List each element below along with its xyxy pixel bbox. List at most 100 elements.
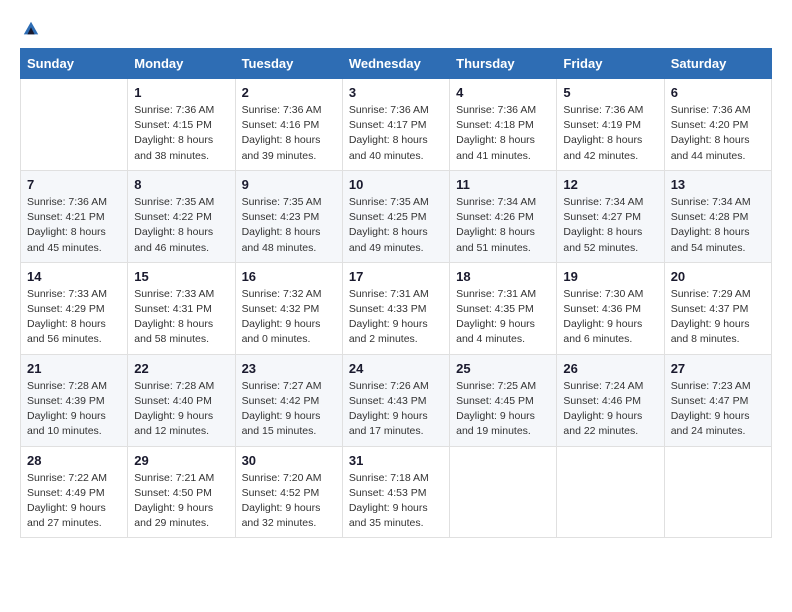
calendar-cell: 16 Sunrise: 7:32 AMSunset: 4:32 PMDayligh… — [235, 262, 342, 354]
day-detail: Sunrise: 7:27 AMSunset: 4:42 PMDaylight:… — [242, 379, 336, 440]
calendar-cell: 9 Sunrise: 7:35 AMSunset: 4:23 PMDaylight… — [235, 170, 342, 262]
day-detail: Sunrise: 7:34 AMSunset: 4:28 PMDaylight:… — [671, 195, 765, 256]
day-detail: Sunrise: 7:35 AMSunset: 4:25 PMDaylight:… — [349, 195, 443, 256]
day-detail: Sunrise: 7:36 AMSunset: 4:20 PMDaylight:… — [671, 103, 765, 164]
day-number: 4 — [456, 85, 550, 100]
calendar-cell: 25Sunrise: 7:25 AMSunset: 4:45 PMDayligh… — [450, 354, 557, 446]
day-detail: Sunrise: 7:32 AMSunset: 4:32 PMDaylight:… — [242, 287, 336, 348]
calendar-header: SundayMondayTuesdayWednesdayThursdayFrid… — [21, 49, 772, 79]
weekday-header-saturday: Saturday — [664, 49, 771, 79]
calendar-cell: 3 Sunrise: 7:36 AMSunset: 4:17 PMDaylight… — [342, 79, 449, 171]
calendar-body: 1 Sunrise: 7:36 AMSunset: 4:15 PMDaylight… — [21, 79, 772, 538]
day-number: 22 — [134, 361, 228, 376]
calendar-cell: 12Sunrise: 7:34 AMSunset: 4:27 PMDayligh… — [557, 170, 664, 262]
calendar-cell — [664, 446, 771, 538]
calendar-week-row: 21 Sunrise: 7:28 AMSunset: 4:39 PMDayligh… — [21, 354, 772, 446]
day-number: 1 — [134, 85, 228, 100]
day-detail: Sunrise: 7:34 AMSunset: 4:26 PMDaylight:… — [456, 195, 550, 256]
day-detail: Sunrise: 7:36 AMSunset: 4:15 PMDaylight:… — [134, 103, 228, 164]
day-detail: Sunrise: 7:28 AMSunset: 4:40 PMDaylight:… — [134, 379, 228, 440]
calendar-cell — [21, 79, 128, 171]
calendar-cell: 27Sunrise: 7:23 AMSunset: 4:47 PMDayligh… — [664, 354, 771, 446]
calendar-cell: 22 Sunrise: 7:28 AMSunset: 4:40 PMDayligh… — [128, 354, 235, 446]
day-detail: Sunrise: 7:18 AMSunset: 4:53 PMDaylight:… — [349, 471, 443, 532]
day-number: 27 — [671, 361, 765, 376]
day-number: 16 — [242, 269, 336, 284]
day-number: 8 — [134, 177, 228, 192]
day-detail: Sunrise: 7:36 AMSunset: 4:19 PMDaylight:… — [563, 103, 657, 164]
calendar-cell: 8 Sunrise: 7:35 AMSunset: 4:22 PMDaylight… — [128, 170, 235, 262]
weekday-row: SundayMondayTuesdayWednesdayThursdayFrid… — [21, 49, 772, 79]
weekday-header-monday: Monday — [128, 49, 235, 79]
day-number: 19 — [563, 269, 657, 284]
calendar-cell: 7 Sunrise: 7:36 AMSunset: 4:21 PMDaylight… — [21, 170, 128, 262]
day-number: 6 — [671, 85, 765, 100]
day-detail: Sunrise: 7:35 AMSunset: 4:22 PMDaylight:… — [134, 195, 228, 256]
day-number: 15 — [134, 269, 228, 284]
calendar-cell: 30 Sunrise: 7:20 AMSunset: 4:52 PMDayligh… — [235, 446, 342, 538]
calendar-week-row: 7 Sunrise: 7:36 AMSunset: 4:21 PMDaylight… — [21, 170, 772, 262]
page-header — [20, 20, 772, 38]
calendar-week-row: 14 Sunrise: 7:33 AMSunset: 4:29 PMDayligh… — [21, 262, 772, 354]
day-number: 17 — [349, 269, 443, 284]
calendar-cell: 24 Sunrise: 7:26 AMSunset: 4:43 PMDayligh… — [342, 354, 449, 446]
day-number: 13 — [671, 177, 765, 192]
day-number: 29 — [134, 453, 228, 468]
calendar-week-row: 28Sunrise: 7:22 AMSunset: 4:49 PMDayligh… — [21, 446, 772, 538]
calendar-cell — [450, 446, 557, 538]
day-number: 26 — [563, 361, 657, 376]
day-detail: Sunrise: 7:36 AMSunset: 4:18 PMDaylight:… — [456, 103, 550, 164]
day-number: 12 — [563, 177, 657, 192]
day-detail: Sunrise: 7:20 AMSunset: 4:52 PMDaylight:… — [242, 471, 336, 532]
calendar-cell: 23Sunrise: 7:27 AMSunset: 4:42 PMDayligh… — [235, 354, 342, 446]
day-number: 9 — [242, 177, 336, 192]
day-number: 11 — [456, 177, 550, 192]
calendar-cell — [557, 446, 664, 538]
calendar-cell: 14 Sunrise: 7:33 AMSunset: 4:29 PMDayligh… — [21, 262, 128, 354]
day-detail: Sunrise: 7:21 AMSunset: 4:50 PMDaylight:… — [134, 471, 228, 532]
day-detail: Sunrise: 7:33 AMSunset: 4:31 PMDaylight:… — [134, 287, 228, 348]
day-number: 30 — [242, 453, 336, 468]
day-detail: Sunrise: 7:24 AMSunset: 4:46 PMDaylight:… — [563, 379, 657, 440]
calendar-cell: 5 Sunrise: 7:36 AMSunset: 4:19 PMDaylight… — [557, 79, 664, 171]
day-number: 2 — [242, 85, 336, 100]
day-number: 31 — [349, 453, 443, 468]
day-detail: Sunrise: 7:33 AMSunset: 4:29 PMDaylight:… — [27, 287, 121, 348]
day-number: 7 — [27, 177, 121, 192]
day-number: 18 — [456, 269, 550, 284]
day-detail: Sunrise: 7:31 AMSunset: 4:33 PMDaylight:… — [349, 287, 443, 348]
calendar-cell: 11 Sunrise: 7:34 AMSunset: 4:26 PMDayligh… — [450, 170, 557, 262]
calendar-week-row: 1 Sunrise: 7:36 AMSunset: 4:15 PMDaylight… — [21, 79, 772, 171]
day-detail: Sunrise: 7:25 AMSunset: 4:45 PMDaylight:… — [456, 379, 550, 440]
day-number: 14 — [27, 269, 121, 284]
day-detail: Sunrise: 7:35 AMSunset: 4:23 PMDaylight:… — [242, 195, 336, 256]
calendar-cell: 4 Sunrise: 7:36 AMSunset: 4:18 PMDaylight… — [450, 79, 557, 171]
day-number: 24 — [349, 361, 443, 376]
calendar-cell: 6 Sunrise: 7:36 AMSunset: 4:20 PMDaylight… — [664, 79, 771, 171]
calendar-cell: 26 Sunrise: 7:24 AMSunset: 4:46 PMDayligh… — [557, 354, 664, 446]
calendar-table: SundayMondayTuesdayWednesdayThursdayFrid… — [20, 48, 772, 538]
day-detail: Sunrise: 7:26 AMSunset: 4:43 PMDaylight:… — [349, 379, 443, 440]
calendar-cell: 28Sunrise: 7:22 AMSunset: 4:49 PMDayligh… — [21, 446, 128, 538]
weekday-header-sunday: Sunday — [21, 49, 128, 79]
calendar-cell: 10Sunrise: 7:35 AMSunset: 4:25 PMDayligh… — [342, 170, 449, 262]
logo-icon — [22, 20, 40, 38]
day-detail: Sunrise: 7:36 AMSunset: 4:21 PMDaylight:… — [27, 195, 121, 256]
day-detail: Sunrise: 7:29 AMSunset: 4:37 PMDaylight:… — [671, 287, 765, 348]
day-number: 5 — [563, 85, 657, 100]
logo — [20, 20, 40, 38]
day-number: 3 — [349, 85, 443, 100]
calendar-cell: 15 Sunrise: 7:33 AMSunset: 4:31 PMDayligh… — [128, 262, 235, 354]
day-detail: Sunrise: 7:36 AMSunset: 4:17 PMDaylight:… — [349, 103, 443, 164]
calendar-cell: 21 Sunrise: 7:28 AMSunset: 4:39 PMDayligh… — [21, 354, 128, 446]
calendar-cell: 18Sunrise: 7:31 AMSunset: 4:35 PMDayligh… — [450, 262, 557, 354]
day-detail: Sunrise: 7:36 AMSunset: 4:16 PMDaylight:… — [242, 103, 336, 164]
day-detail: Sunrise: 7:30 AMSunset: 4:36 PMDaylight:… — [563, 287, 657, 348]
day-number: 21 — [27, 361, 121, 376]
weekday-header-tuesday: Tuesday — [235, 49, 342, 79]
day-detail: Sunrise: 7:28 AMSunset: 4:39 PMDaylight:… — [27, 379, 121, 440]
day-number: 28 — [27, 453, 121, 468]
calendar-cell: 1 Sunrise: 7:36 AMSunset: 4:15 PMDaylight… — [128, 79, 235, 171]
calendar-cell: 2 Sunrise: 7:36 AMSunset: 4:16 PMDaylight… — [235, 79, 342, 171]
weekday-header-wednesday: Wednesday — [342, 49, 449, 79]
